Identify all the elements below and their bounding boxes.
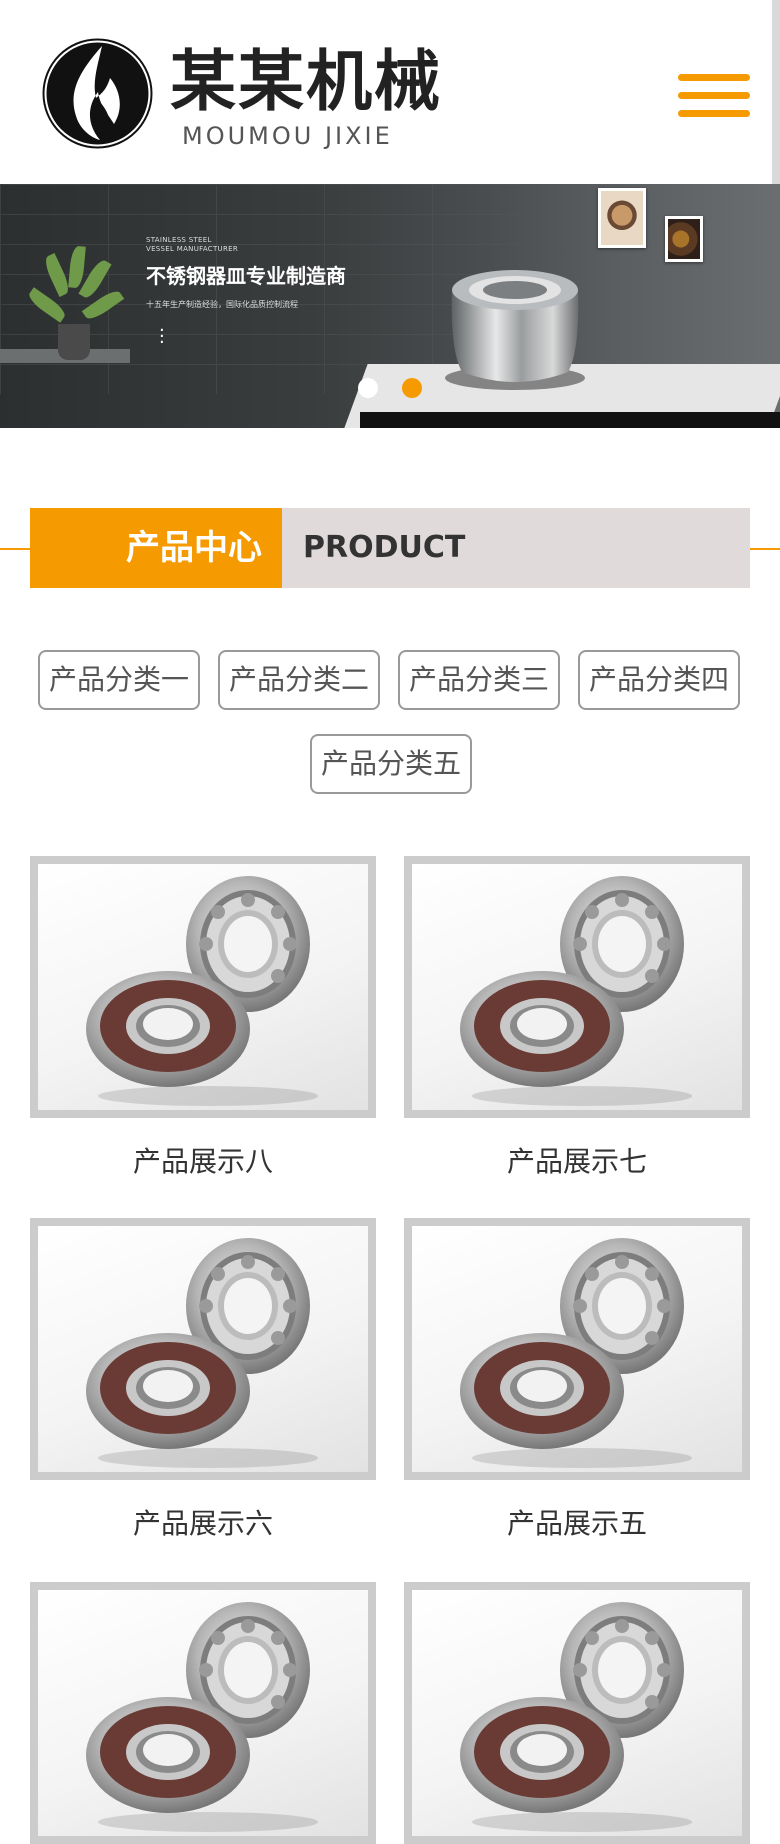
product-name: 产品展示七 [506,1145,647,1178]
banner-subtitle: 十五年生产制造经验，国际化品质控制流程 [146,300,298,309]
banner-small-line: STAINLESS STEEL [146,236,212,244]
product-card[interactable]: 产品展示七 [404,856,750,1180]
category-button-3[interactable]: 产品分类三 [398,650,560,710]
hamburger-menu-icon[interactable] [678,74,750,126]
menu-bar [678,74,750,81]
bearing-product-image [412,1226,742,1472]
food-photo-frame [665,216,703,262]
vertical-dots-icon: · · · [159,320,165,353]
section-line-left [0,548,30,550]
slide-dot-1[interactable] [358,378,378,398]
product-name: 产品展示八 [132,1145,273,1178]
flame-logo-icon [42,38,153,149]
section-title-cn-box: 产品中心 [30,508,282,588]
product-image-frame [30,1582,376,1844]
slide-dot-2[interactable] [402,378,422,398]
product-card[interactable]: 产品展示五 [404,1218,750,1542]
bearing-product-image [412,864,742,1110]
product-section-title: 产品中心 PRODUCT [30,508,750,588]
bearing-product-image [38,1226,368,1472]
category-button-4[interactable]: 产品分类四 [578,650,740,710]
bearing-product-image [412,1590,742,1836]
product-image-frame [30,1218,376,1480]
banner-title: 不锈钢器皿专业制造商 [146,264,346,288]
product-card[interactable] [30,1582,376,1844]
product-image-frame [404,1218,750,1480]
floor-edge-decoration [360,412,780,428]
menu-bar [678,92,750,99]
coffee-photo-frame [598,188,646,248]
bearing-product-image [38,864,368,1110]
logo-english-name: MOUMOU JIXIE [182,122,393,150]
section-title-en: PRODUCT [303,530,466,565]
product-card[interactable]: 产品展示六 [30,1218,376,1542]
product-card[interactable] [404,1582,750,1844]
site-header: 某某机械 MOUMOU JIXIE [0,0,780,184]
menu-bar [678,110,750,117]
banner-caption: STAINLESS STEEL VESSEL MANUFACTURER 不锈钢器… [146,236,346,310]
product-name: 产品展示六 [132,1507,273,1540]
section-line-right [750,548,780,550]
product-card[interactable]: 产品展示八 [30,856,376,1180]
product-image-frame [404,856,750,1118]
bearing-product-image [38,1590,368,1836]
product-image-frame [30,856,376,1118]
plant-pot-image [58,324,90,360]
site-logo[interactable]: 某某机械 MOUMOU JIXIE [40,36,440,156]
category-button-2[interactable]: 产品分类二 [218,650,380,710]
stainless-vessel-image [445,270,585,390]
banner-small-line: VESSEL MANUFACTURER [146,245,239,253]
category-button-5[interactable]: 产品分类五 [310,734,472,794]
hero-banner[interactable]: STAINLESS STEEL VESSEL MANUFACTURER 不锈钢器… [0,184,780,428]
product-name: 产品展示五 [506,1507,647,1540]
section-title-cn: 产品中心 [126,528,262,568]
category-button-1[interactable]: 产品分类一 [38,650,200,710]
product-image-frame [404,1582,750,1844]
logo-chinese-name: 某某机械 [170,43,442,120]
